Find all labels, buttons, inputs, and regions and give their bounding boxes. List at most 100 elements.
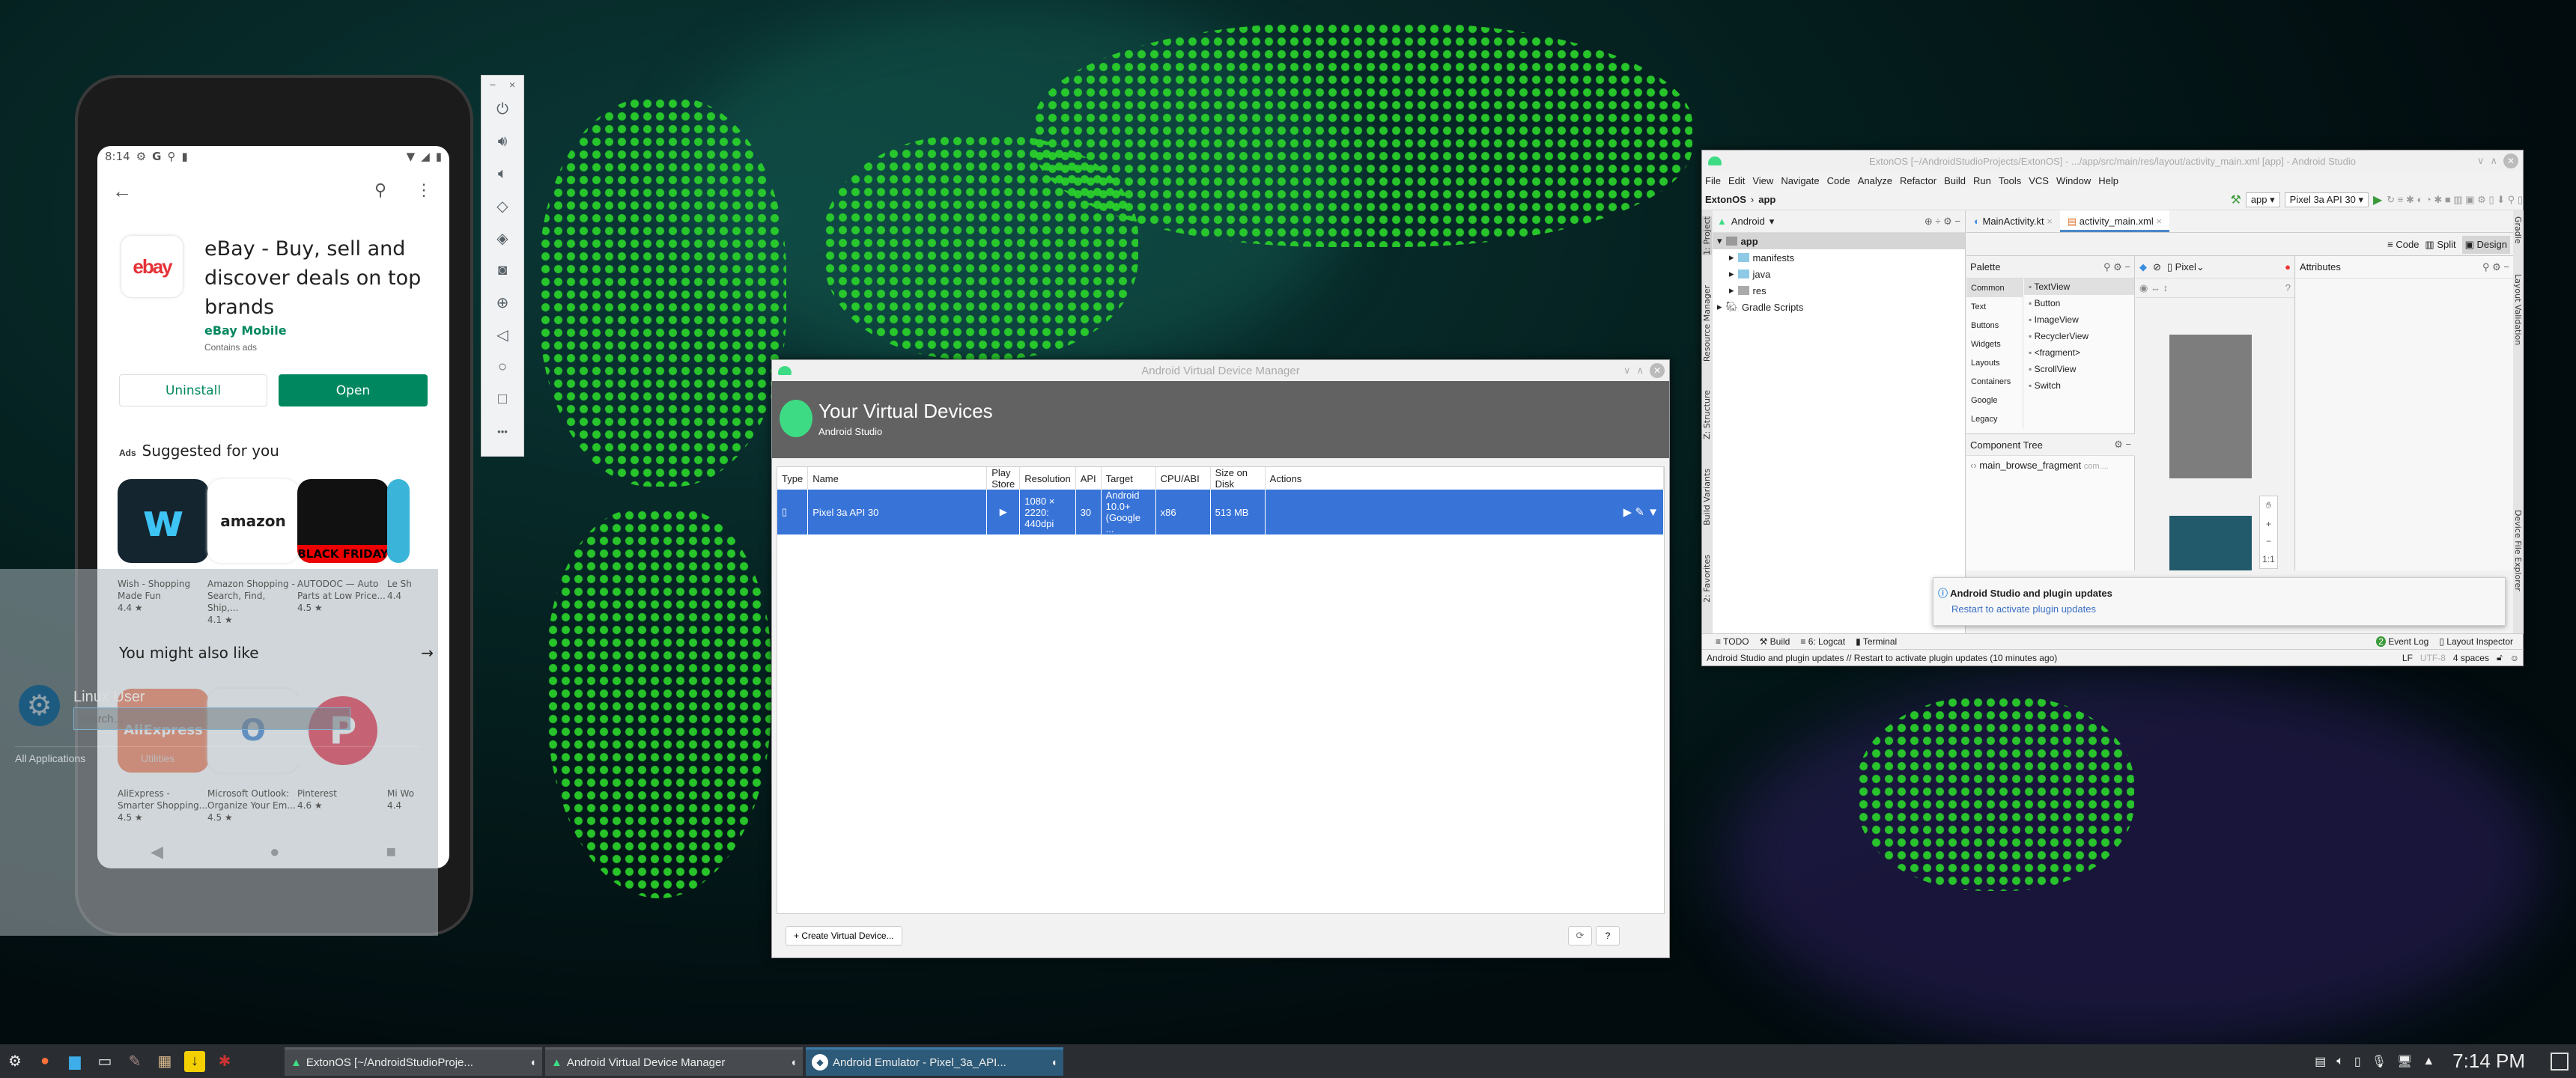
palette-item[interactable]: ▪ RecyclerView (2024, 328, 2134, 344)
app-card[interactable]: w Wish - Shopping Made Fun 4.4 ★ (118, 479, 209, 614)
menu-navigate[interactable]: Navigate (1781, 175, 1819, 186)
file-manager-icon[interactable]: ▆ (64, 1051, 85, 1072)
menu-run[interactable]: Run (1973, 175, 1991, 186)
also-like-header[interactable]: You might also like → (119, 644, 434, 662)
task-android-studio[interactable]: ▲ ExtonOS [~/AndroidStudioProje... ◖ (285, 1047, 542, 1076)
show-desktop-icon[interactable] (2551, 1052, 2569, 1071)
palette-item[interactable]: ▪ TextView (2024, 278, 2134, 295)
help-icon[interactable]: ? (2285, 282, 2291, 293)
arrow-right-icon[interactable]: → (421, 644, 434, 662)
palette-category[interactable]: Layouts (1966, 353, 2023, 372)
menu-build[interactable]: Build (1944, 175, 1966, 186)
palette-item[interactable]: ▪ ImageView (2024, 311, 2134, 328)
palette-category[interactable]: Text (1966, 297, 2023, 316)
tray-expand-icon[interactable]: ▲ (2422, 1055, 2434, 1068)
all-applications-breadcrumb[interactable]: All Applications (15, 752, 85, 764)
column-header[interactable]: Play Store (986, 467, 1021, 490)
code-mode-button[interactable]: ≡ Code (2387, 239, 2419, 250)
palette-item[interactable]: ▪ ScrollView (2024, 361, 2134, 377)
device-dropdown[interactable]: Pixel 3a API 30 ▾ (2284, 192, 2369, 207)
tab-mainactivity[interactable]: ◐ MainActivity.kt × (1966, 210, 2060, 232)
app-card[interactable]: Le Sh 4.4 (387, 479, 449, 602)
palette-item[interactable]: ▪ <fragment> (2024, 344, 2134, 361)
uninstall-button[interactable]: Uninstall (119, 374, 267, 406)
clipboard-icon[interactable]: ▤ (2315, 1054, 2326, 1069)
create-virtual-device-button[interactable]: + Create Virtual Device... (786, 926, 902, 945)
app-card[interactable]: BLACK FRIDAY AUTODOC — Auto Parts at Low … (297, 479, 389, 614)
app-card[interactable]: amazon Amazon Shopping - Search, Find, Sh… (207, 479, 299, 626)
zoom-controls[interactable]: ✋︎ + − 1:1 (2259, 496, 2278, 569)
network-icon[interactable]: 🖥︎ (2397, 1054, 2412, 1069)
menu-window[interactable]: Window (2056, 175, 2091, 186)
task-android-emulator[interactable]: ◆ Android Emulator - Pixel_3a_API... ◖ (806, 1047, 1063, 1076)
launcher-search-input[interactable] (73, 707, 350, 730)
overview-icon[interactable]: □ (482, 383, 523, 415)
layout-inspector-button[interactable]: ▯ Layout Inspector (2439, 636, 2513, 647)
task-avd-manager[interactable]: ▲ Android Virtual Device Manager ◖ (545, 1047, 803, 1076)
kde-menu-icon[interactable]: ⚙ (4, 1051, 25, 1072)
menu-help[interactable]: Help (2098, 175, 2118, 186)
status-message[interactable]: Android Studio and plugin updates // Res… (1707, 653, 2057, 663)
close-button[interactable]: ✕ (2503, 153, 2518, 168)
launch-icon[interactable]: ▶ (1623, 506, 1632, 519)
home-icon[interactable]: ○ (482, 351, 523, 383)
tree-item-java[interactable]: ▸ java (1713, 266, 1965, 282)
archive-icon[interactable]: ▦ (154, 1051, 175, 1072)
tool-terminal[interactable]: ▮ Terminal (1856, 636, 1897, 647)
more-vert-icon[interactable]: ⋮ (416, 180, 432, 200)
component-tree-item[interactable]: ‹› main_browse_fragment com.... (1970, 460, 2109, 471)
layers-icon[interactable]: ◆ (2139, 261, 2147, 273)
breadcrumb-project[interactable]: ExtonOS (1705, 194, 1746, 205)
tool-favorites[interactable]: 2: Favorites (1702, 555, 1712, 603)
palette-category[interactable]: Legacy (1966, 409, 2023, 428)
tool-build-variants[interactable]: Build Variants (1702, 469, 1712, 526)
volume-down-icon[interactable]: 🔈︎ (482, 158, 523, 190)
table-row[interactable]: ▯ Pixel 3a API 30 ▶ 1080 × 2220: 440dpi … (777, 490, 1665, 535)
column-header[interactable]: Type (777, 467, 809, 490)
more-icon[interactable]: ••• (482, 415, 523, 448)
tab-activity-main[interactable]: ▤ activity_main.xml × (2059, 210, 2169, 232)
palette-category[interactable]: Google (1966, 391, 2023, 409)
camera-icon[interactable]: ◙ (482, 255, 523, 287)
system-monitor-icon[interactable]: ▭ (94, 1051, 115, 1072)
design-mode-button[interactable]: ▣ Design (2461, 235, 2510, 254)
more-actions-dropdown-icon[interactable]: ▼ (1647, 506, 1659, 519)
download-icon[interactable]: ↓ (184, 1050, 205, 1072)
power-icon[interactable]: ⏻ (482, 94, 523, 126)
breadcrumb-module[interactable]: app (1758, 194, 1775, 205)
firefox-icon[interactable]: ● (34, 1051, 55, 1072)
palette-category[interactable]: Widgets (1966, 335, 2023, 353)
menu-view[interactable]: View (1752, 175, 1773, 186)
column-header[interactable]: Size on Disk (1210, 467, 1266, 490)
notification-popup[interactable]: ⓘ Android Studio and plugin updates Rest… (1933, 577, 2506, 626)
usb-icon[interactable]: ▯ (2354, 1054, 2361, 1069)
menu-file[interactable]: File (1705, 175, 1721, 186)
indent[interactable]: 4 spaces (2453, 653, 2489, 663)
maximize-button[interactable]: ∧ (2490, 155, 2497, 167)
menu-vcs[interactable]: VCS (2029, 175, 2049, 186)
encoding[interactable]: UTF-8 (2420, 653, 2446, 663)
developer-link[interactable]: eBay Mobile (204, 323, 287, 338)
column-header[interactable]: Resolution (1019, 467, 1076, 490)
tool-resource-manager[interactable]: Resource Manager (1702, 285, 1712, 362)
column-header[interactable]: Name (807, 467, 988, 490)
settings-tool-icon[interactable]: ✱ (214, 1051, 235, 1072)
microphone-icon[interactable]: 🎙︎ (2372, 1054, 2387, 1069)
clock[interactable]: 7:14 PM (2452, 1050, 2525, 1073)
tool-logcat[interactable]: ≡ 6: Logcat (1800, 636, 1845, 647)
close-button[interactable]: × (509, 79, 515, 91)
edit-icon[interactable]: ✎ (1635, 506, 1644, 519)
error-icon[interactable]: ● (2285, 261, 2291, 272)
line-separator[interactable]: LF (2402, 653, 2413, 663)
palette-category[interactable]: Buttons (1966, 316, 2023, 335)
orientation-icon[interactable]: ⊘ (2153, 261, 2161, 273)
tool-todo[interactable]: ≡ TODO (1716, 636, 1749, 647)
menu-edit[interactable]: Edit (1728, 175, 1745, 186)
column-header[interactable]: API (1075, 467, 1102, 490)
column-header[interactable]: Target (1101, 467, 1156, 490)
tool-gradle[interactable]: Gradle (2513, 216, 2523, 244)
blueprint-preview[interactable] (2169, 335, 2252, 478)
palette-item[interactable]: ▪ Button (2024, 295, 2134, 311)
back-icon[interactable]: ◁ (482, 319, 523, 351)
tool-layout-validation[interactable]: Layout Validation (2513, 274, 2523, 345)
